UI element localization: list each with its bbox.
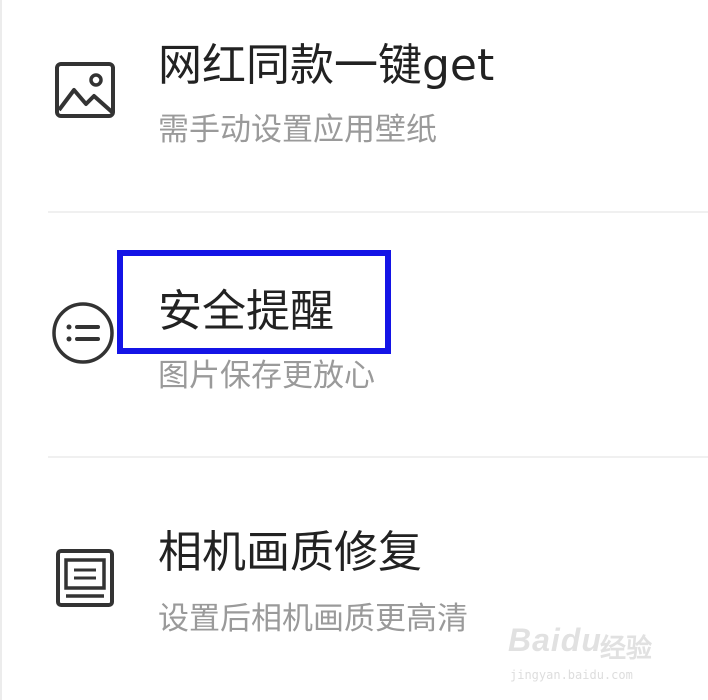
menu-item-subtitle: 设置后相机画质更高清 bbox=[158, 601, 468, 637]
menu-item-subtitle: 需手动设置应用壁纸 bbox=[158, 112, 437, 148]
watermark-logo-suffix: 经验 bbox=[600, 634, 653, 664]
frame-icon bbox=[52, 545, 118, 611]
menu-item-subtitle: 图片保存更放心 bbox=[158, 358, 375, 394]
image-icon bbox=[52, 58, 118, 124]
watermark-logo: Baidu bbox=[508, 622, 602, 658]
list-circle-icon bbox=[50, 300, 116, 366]
menu-item-security-reminder[interactable]: 安全提醒 图片保存更放心 bbox=[0, 212, 708, 452]
menu-item-title: 安全提醒 bbox=[158, 286, 334, 337]
watermark-url: jingyan.baidu.com bbox=[510, 668, 633, 682]
menu-item-title: 网红同款一键get bbox=[158, 40, 495, 91]
menu-item-title: 相机画质修复 bbox=[158, 527, 422, 578]
menu-item-wallpaper[interactable]: 网红同款一键get 需手动设置应用壁纸 bbox=[0, 0, 708, 240]
watermark: Baidu 经验 jingyan.baidu.com bbox=[508, 612, 668, 692]
